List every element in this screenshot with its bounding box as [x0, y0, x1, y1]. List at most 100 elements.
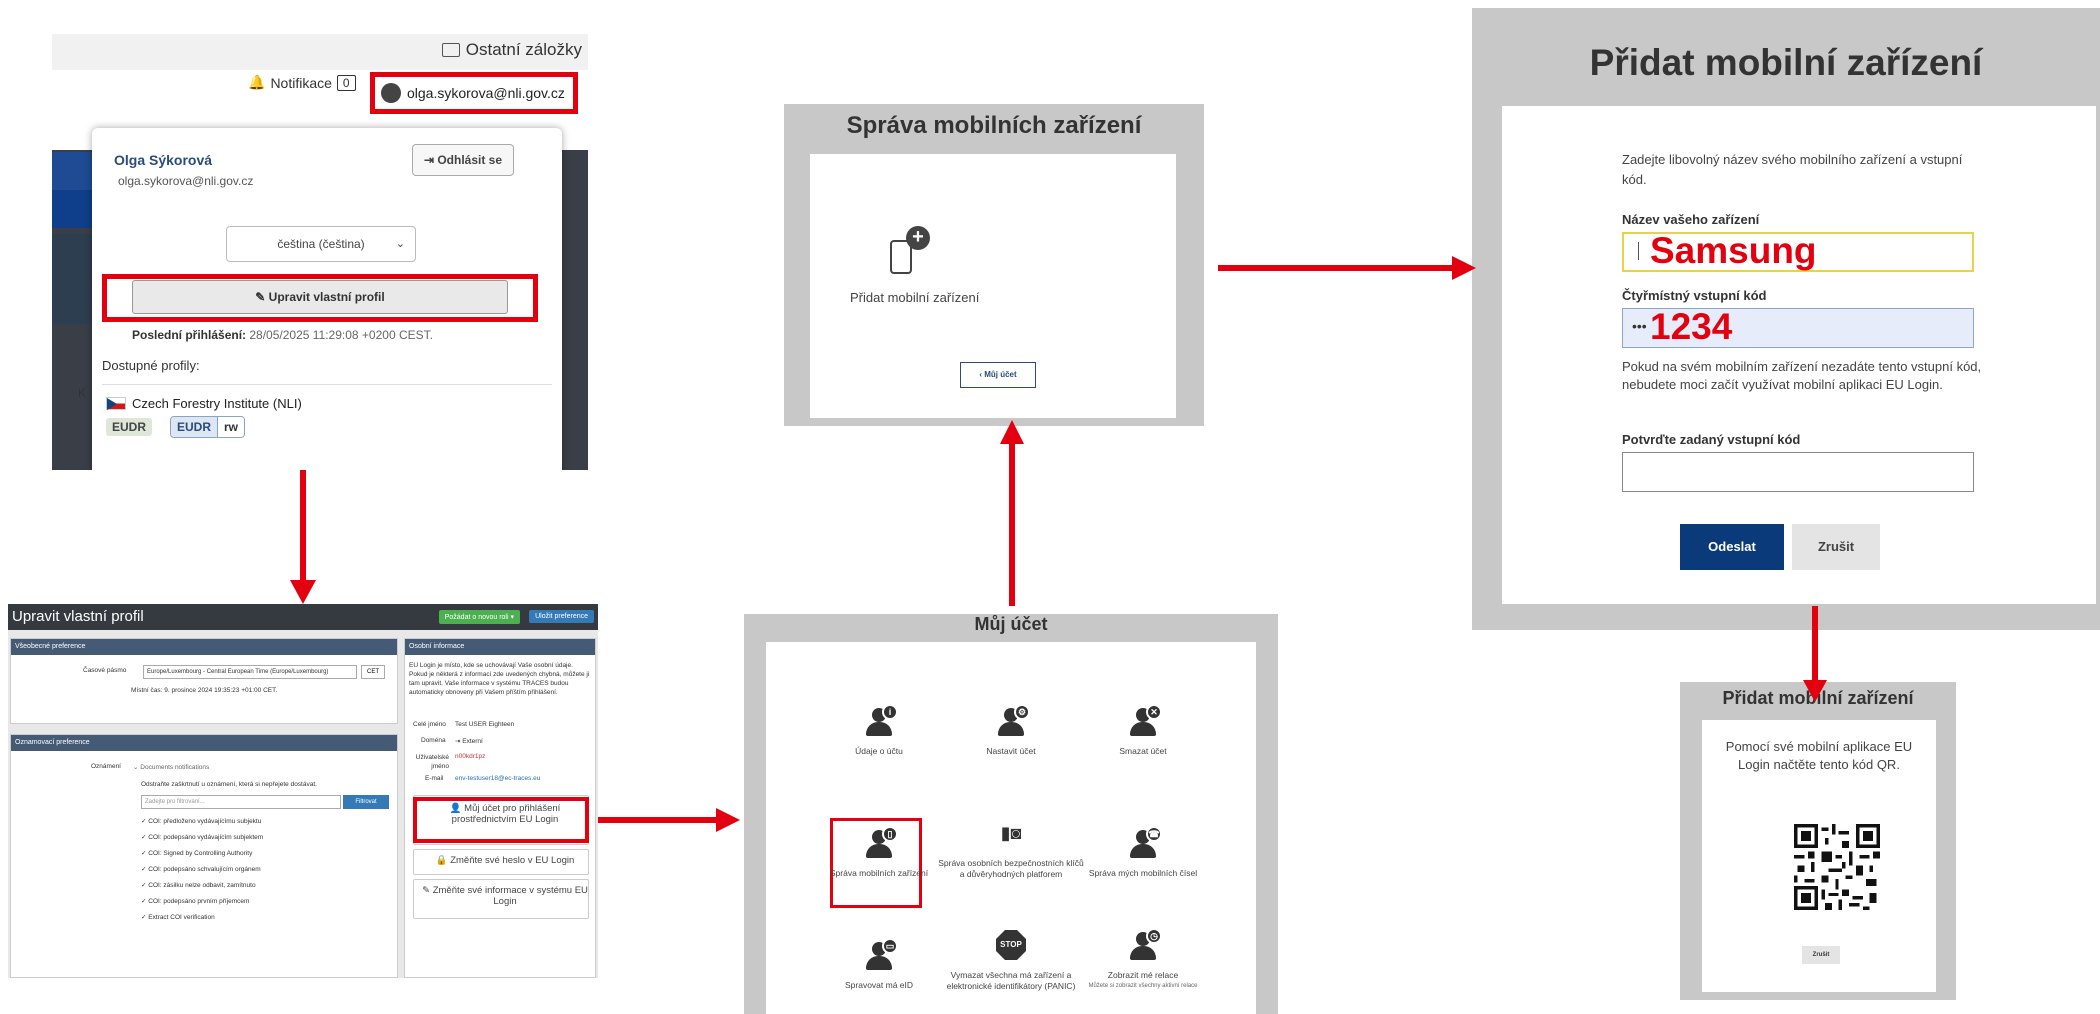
notification-checkbox[interactable]: ✓ COI: předloženo vydávajícímu subjektu — [141, 817, 261, 825]
edit-profile-label: Upravit vlastní profil — [268, 290, 385, 304]
page-title: Přidat mobilní zařízení — [1722, 688, 1914, 708]
box-heading: Osobní informace — [405, 639, 595, 655]
folder-icon — [441, 43, 460, 57]
background-band — [52, 152, 92, 190]
account-settings-icon: ⚙ — [996, 704, 1030, 736]
manage-eid-item[interactable]: ▭ Spravovat má eID — [804, 938, 954, 991]
change-info-link[interactable]: ✎ Změňte své informace v systému EU Logi… — [421, 885, 589, 907]
intro-text: Zadejte libovolný název svého mobilního … — [1622, 152, 1963, 187]
background-band — [52, 234, 92, 324]
notification-label: COI: zásilku nelze odbavit, zamítnuto — [148, 882, 256, 889]
manage-eid-label: Spravovat má eID — [844, 980, 914, 990]
security-keys-item[interactable]: ▮◙ Správa osobních bezpečnostních klíčů … — [936, 818, 1086, 880]
bell-icon: 🔔 — [248, 74, 266, 90]
mobile-numbers-item[interactable]: ☎ Správa mých mobilních čísel — [1068, 826, 1218, 879]
notifications-label: Notifikace — [270, 74, 332, 91]
other-bookmarks[interactable]: Ostatní záložky — [441, 40, 582, 60]
delete-account-item[interactable]: ✕ Smazat účet — [1068, 704, 1218, 757]
organisation: Czech Forestry Institute (NLI) — [106, 396, 302, 411]
delete-account-label: Smazat účet — [1119, 746, 1167, 756]
sessions-label: Zobrazit mé relace — [1107, 970, 1179, 980]
add-device-label[interactable]: Přidat mobilní zařízení — [850, 290, 979, 305]
documents-notifications-toggle[interactable]: ⌄ Documents notifications — [133, 763, 209, 771]
request-role-button[interactable]: Požádat o novou roli ▾ — [438, 610, 520, 624]
user-icon — [381, 83, 401, 103]
notification-checkbox[interactable]: ✓ Extract COI verification — [141, 913, 215, 921]
email-value: env-testuser18@ec-traces.eu — [455, 775, 541, 782]
notifications-button[interactable]: 🔔 Notifikace 0 — [248, 74, 356, 91]
edit-profile-screenshot: Upravit vlastní profil Požádat o novou r… — [8, 604, 598, 978]
local-time: Místní čas: 9. prosince 2024 19:35:23 +0… — [131, 687, 278, 694]
account-details-item[interactable]: i Údaje o účtu — [804, 704, 954, 757]
organisation-name: Czech Forestry Institute (NLI) — [132, 396, 302, 411]
other-bookmarks-label: Ostatní záložky — [465, 40, 582, 59]
my-account-button[interactable]: ‹ Můj účet — [960, 362, 1036, 388]
fullname-value: Test USER Eighteen — [455, 721, 515, 728]
content-card: + Přidat mobilní zařízení ‹ Můj účet — [810, 154, 1176, 418]
lock-icon: 🔒 — [435, 855, 451, 866]
pin-masked: ••• — [1632, 318, 1647, 334]
manage-mobile-devices-label: Správa mobilních zařízení — [829, 868, 929, 878]
notification-checkbox[interactable]: ✓ COI: podepsáno vydávajícím subjektem — [141, 833, 263, 841]
language-select[interactable]: čeština (čeština) ⌄ — [226, 226, 416, 262]
change-info-label: Změňte své informace v systému EU Login — [432, 885, 588, 907]
change-password-link[interactable]: 🔒 Změňte své heslo v EU Login — [421, 855, 589, 866]
qr-code-image — [1794, 824, 1880, 910]
logout-icon: ⇥ — [423, 153, 438, 167]
pin-value: 1234 — [1650, 306, 1733, 347]
submit-button[interactable]: Odeslat — [1680, 524, 1784, 570]
filter-button[interactable]: Filtrovat — [343, 795, 389, 809]
profile-tag[interactable]: EUDR — [106, 418, 153, 436]
change-password-label: Změňte své heslo v EU Login — [450, 855, 575, 866]
user-menu-button[interactable]: olga.sykorova@nli.gov.cz — [370, 72, 578, 114]
notification-checkbox[interactable]: ✓ COI: zásilku nelze odbavit, zamítnuto — [141, 881, 256, 889]
background-band — [52, 190, 92, 228]
page-title: Můj účet — [974, 614, 1048, 634]
background-text: K — [78, 386, 87, 400]
device-name-value: Samsung — [1650, 230, 1817, 271]
save-preferences-button[interactable]: Uložit preference — [529, 610, 594, 623]
language-value: čeština (čeština) — [277, 237, 365, 251]
manage-mobile-devices-item[interactable]: ▯ Správa mobilních zařízení — [804, 826, 954, 879]
edit-icon: ✎ — [255, 290, 269, 304]
logout-button[interactable]: ⇥ Odhlásit se — [412, 144, 514, 176]
notification-label: COI: podepsáno vydávajícím subjektem — [148, 834, 264, 841]
edit-profile-button[interactable]: ✎ Upravit vlastní profil — [132, 280, 508, 314]
arrow-head — [290, 580, 316, 604]
sessions-sublabel: Můžete si zobrazit všechny aktivní relac… — [1088, 983, 1198, 989]
timezone-select[interactable]: Europe/Luxembourg - Central European Tim… — [143, 665, 357, 679]
cancel-button[interactable]: Zrušit — [1802, 946, 1840, 964]
timezone-label: Časové pásmo — [83, 667, 127, 674]
role-tag-name: EUDR — [171, 417, 219, 437]
notifications-label: Oznámení — [91, 763, 121, 770]
domain-value: ⇥ Externí — [455, 738, 483, 745]
account-settings-item[interactable]: ⚙ Nastavit účet — [936, 704, 1086, 757]
qr-instructions: Pomocí své mobilní aplikace EU Login nač… — [1725, 739, 1913, 772]
profile-role-tag[interactable]: EUDR rw — [170, 416, 246, 438]
divider — [102, 384, 552, 385]
notification-checkbox[interactable]: ✓ COI: Signed by Controlling Authority — [141, 849, 252, 857]
notification-preferences-box: Oznamovací preference Oznámení ⌄ Documen… — [10, 734, 398, 978]
pencil-icon: ✎ — [422, 885, 433, 896]
security-key-icon: ▮◙ — [1000, 823, 1022, 843]
account-info-icon: i — [864, 704, 898, 736]
mobile-numbers-label: Správa mých mobilních čísel — [1088, 868, 1198, 878]
notification-label: COI: podepsáno schvalujícím orgánem — [148, 866, 261, 873]
add-device-form-screenshot: Přidat mobilní zařízení Zadejte libovoln… — [1472, 8, 2100, 630]
timezone-button[interactable]: CET — [361, 665, 385, 679]
fullname-label: Celé jméno — [413, 721, 446, 728]
stop-icon: STOP — [996, 930, 1026, 960]
notification-checkbox[interactable]: ✓ COI: podepsáno prvním příjemcem — [141, 897, 249, 905]
username-value: n00kdr1pz — [455, 753, 486, 760]
account-details-label: Údaje o účtu — [855, 746, 903, 756]
confirm-pin-field[interactable] — [1622, 452, 1974, 492]
notification-checkbox[interactable]: ✓ COI: podepsáno schvalujícím orgánem — [141, 865, 261, 873]
panic-item[interactable]: STOP Vymazat všechna má zařízení a elekt… — [936, 930, 1086, 992]
plus-icon[interactable]: + — [906, 226, 930, 250]
last-login-value: 28/05/2025 11:29:08 +0200 CEST. — [249, 328, 433, 342]
qr-code-screenshot: Přidat mobilní zařízení Pomocí své mobil… — [1680, 682, 1956, 1000]
sessions-item[interactable]: ◷ Zobrazit mé relace Můžete si zobrazit … — [1068, 928, 1218, 989]
filter-input[interactable]: Zadejte pro filtrování... — [141, 795, 341, 809]
cancel-button[interactable]: Zrušit — [1792, 524, 1880, 570]
page-title: Přidat mobilní zařízení — [1589, 42, 1983, 83]
